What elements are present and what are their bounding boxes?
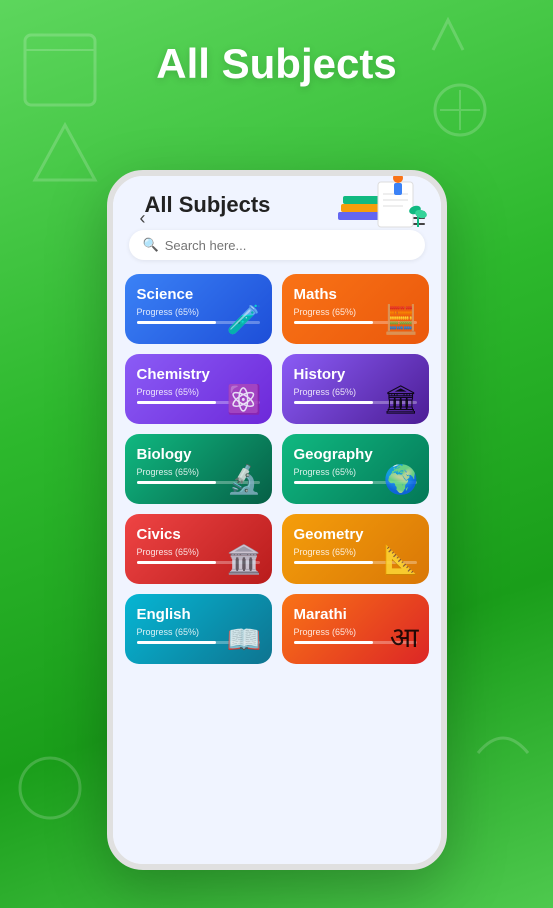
subject-progress-fill-geometry — [294, 561, 374, 564]
subject-card-maths[interactable]: Maths Progress (65%) 🧮 — [282, 274, 429, 344]
subject-name-history: History — [294, 366, 417, 383]
search-icon: 🔍 — [143, 237, 159, 253]
subject-icon-geometry: 📐 — [384, 543, 419, 576]
subject-icon-science: 🧪 — [227, 303, 262, 336]
subject-name-geography: Geography — [294, 446, 417, 463]
subjects-grid: Science Progress (65%) 🧪 Maths Progress … — [113, 274, 441, 684]
subject-card-science[interactable]: Science Progress (65%) 🧪 — [125, 274, 272, 344]
subject-icon-english: 📖 — [227, 623, 262, 656]
subject-name-english: English — [137, 606, 260, 623]
subject-card-history[interactable]: History Progress (65%) 🏛 — [282, 354, 429, 424]
subject-card-civics[interactable]: Civics Progress (65%) 🏛️ — [125, 514, 272, 584]
subject-icon-biology: 🔬 — [227, 463, 262, 496]
subject-card-chemistry[interactable]: Chemistry Progress (65%) ⚛️ — [125, 354, 272, 424]
subject-icon-chemistry: ⚛️ — [227, 383, 262, 416]
bg-title: All Subjects — [0, 40, 553, 88]
subject-name-chemistry: Chemistry — [137, 366, 260, 383]
subject-progress-fill-marathi — [294, 641, 374, 644]
subject-progress-fill-geography — [294, 481, 374, 484]
subject-name-maths: Maths — [294, 286, 417, 303]
subject-name-science: Science — [137, 286, 260, 303]
subject-progress-fill-biology — [137, 481, 217, 484]
subject-icon-history: 🏛 — [383, 383, 419, 416]
subject-progress-fill-maths — [294, 321, 374, 324]
subject-card-marathi[interactable]: Marathi Progress (65%) आ — [282, 594, 429, 664]
phone-frame: ‹ All Subjects — [107, 170, 447, 870]
phone-content: ‹ All Subjects — [113, 176, 441, 864]
subject-card-geometry[interactable]: Geometry Progress (65%) 📐 — [282, 514, 429, 584]
subject-progress-fill-civics — [137, 561, 217, 564]
subject-card-biology[interactable]: Biology Progress (65%) 🔬 — [125, 434, 272, 504]
subject-icon-civics: 🏛️ — [227, 543, 262, 576]
subject-name-biology: Biology — [137, 446, 260, 463]
subject-progress-fill-english — [137, 641, 217, 644]
subject-name-civics: Civics — [137, 526, 260, 543]
subject-progress-fill-history — [294, 401, 374, 404]
subject-icon-maths: 🧮 — [384, 303, 419, 336]
subject-progress-fill-chemistry — [137, 401, 217, 404]
hero-illustration — [323, 176, 433, 252]
subject-card-geography[interactable]: Geography Progress (65%) 🌍 — [282, 434, 429, 504]
subject-progress-fill-science — [137, 321, 217, 324]
subject-card-english[interactable]: English Progress (65%) 📖 — [125, 594, 272, 664]
subject-name-geometry: Geometry — [294, 526, 417, 543]
subject-icon-marathi: आ — [390, 618, 419, 656]
subject-icon-geography: 🌍 — [384, 463, 419, 496]
